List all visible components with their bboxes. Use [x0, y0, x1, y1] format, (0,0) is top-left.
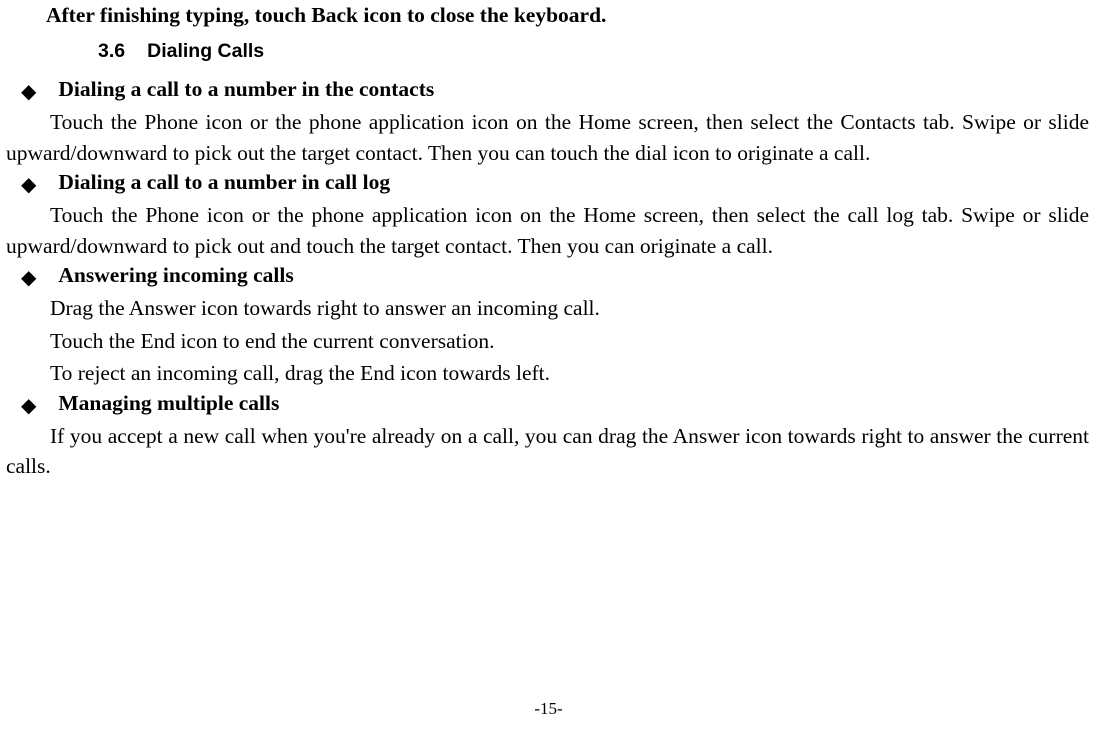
bullet-row: ◆ Dialing a call to a number in the cont… [21, 77, 1089, 102]
diamond-icon: ◆ [21, 268, 36, 288]
bullet-heading: Dialing a call to a number in the contac… [58, 77, 434, 102]
section-heading: 3.6 Dialing Calls [98, 40, 1089, 63]
section-title: Dialing Calls [147, 40, 264, 62]
body-paragraph: To reject an incoming call, drag the End… [6, 358, 1089, 389]
intro-text: After finishing typing, touch Back icon … [46, 3, 1089, 28]
section-number: 3.6 [98, 40, 125, 62]
diamond-icon: ◆ [21, 82, 36, 102]
diamond-icon: ◆ [21, 175, 36, 195]
bullet-row: ◆ Dialing a call to a number in call log [21, 170, 1089, 195]
bullet-heading: Managing multiple calls [58, 391, 279, 416]
diamond-icon: ◆ [21, 396, 36, 416]
page-number: -15- [0, 699, 1097, 719]
body-paragraph: Touch the Phone icon or the phone applic… [6, 200, 1089, 261]
bullet-heading: Answering incoming calls [58, 263, 293, 288]
body-paragraph: Touch the Phone icon or the phone applic… [6, 107, 1089, 168]
body-paragraph: Drag the Answer icon towards right to an… [6, 293, 1089, 324]
body-paragraph: If you accept a new call when you're alr… [6, 421, 1089, 482]
bullet-row: ◆ Managing multiple calls [21, 391, 1089, 416]
bullet-row: ◆ Answering incoming calls [21, 263, 1089, 288]
body-paragraph: Touch the End icon to end the current co… [6, 326, 1089, 357]
bullet-heading: Dialing a call to a number in call log [58, 170, 390, 195]
